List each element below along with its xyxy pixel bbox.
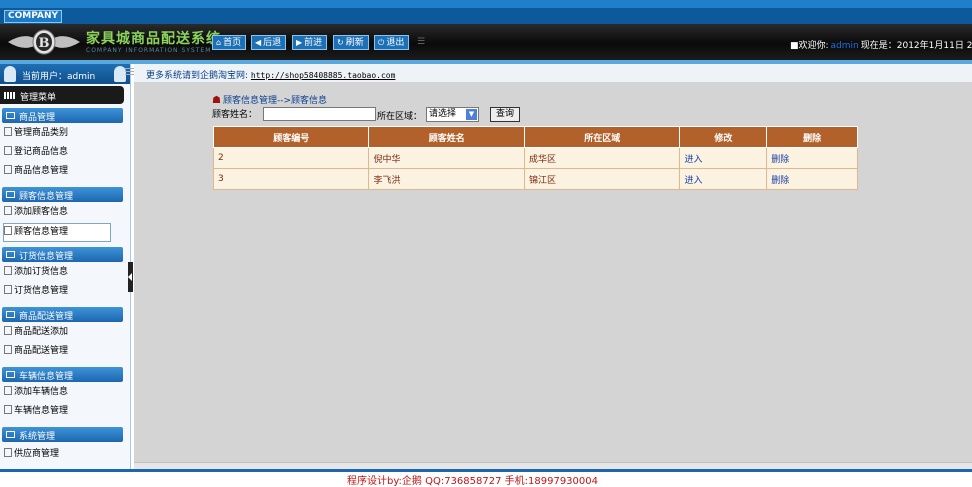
list-icon — [6, 311, 15, 318]
current-user-bar: 当前用户：admin — [0, 64, 130, 84]
query-button[interactable]: 查询 — [490, 107, 520, 122]
menu-group-system[interactable]: 系统管理 — [2, 427, 123, 442]
menu-group-delivery[interactable]: 商品配送管理 — [2, 307, 123, 322]
arrow-left-icon: ◀ — [255, 38, 262, 47]
customer-name-cell: 李飞洪 — [368, 168, 525, 190]
document-icon — [4, 266, 12, 275]
menu-item-add-delivery[interactable]: 商品配送添加 — [4, 324, 110, 341]
customer-region-cell: 成华区 — [523, 147, 681, 169]
bentley-logo-icon: B — [8, 29, 80, 55]
nav-refresh-button[interactable]: ↻ 刷新 — [333, 35, 369, 50]
lines-icon — [125, 68, 134, 77]
list-icon — [6, 191, 15, 198]
footer: 程序设计by:企鹅 QQ:736858727 手机:18997930004 — [0, 472, 972, 487]
customer-name-cell: 倪中华 — [368, 147, 525, 169]
menu-item-supplier-management[interactable]: 供应商管理 — [4, 446, 110, 463]
menu-item-vehicle-management[interactable]: 车辆信息管理 — [4, 403, 110, 420]
edit-link[interactable]: 进入 — [679, 147, 768, 169]
region-select[interactable]: 请选择 ▼ — [426, 107, 479, 122]
nav-exit-button[interactable]: ⏻ 退出 — [374, 35, 410, 50]
menu-item-delivery-management[interactable]: 商品配送管理 — [4, 343, 110, 360]
document-icon — [4, 326, 12, 335]
system-title: 家具城商品配送系统 — [86, 31, 221, 47]
edit-link[interactable]: 进入 — [679, 168, 768, 190]
menu-item-customer-management[interactable]: 顾客信息管理 — [3, 223, 111, 242]
document-icon — [4, 405, 12, 414]
company-label: COMPANY — [4, 10, 62, 23]
document-icon — [4, 226, 12, 235]
column-header: 删除 — [766, 126, 858, 148]
document-icon — [4, 386, 12, 395]
info-text: 更多系统请到企鹅淘宝网: — [146, 71, 249, 81]
menu-item-add-order[interactable]: 添加订货信息 — [4, 264, 110, 281]
menu-group-products[interactable]: 商品管理 — [2, 108, 123, 123]
column-header: 顾客编号 — [212, 126, 370, 148]
document-icon — [4, 285, 12, 294]
list-icon — [6, 112, 15, 119]
delete-link[interactable]: 删除 — [766, 147, 858, 169]
document-icon — [4, 127, 12, 136]
column-header: 顾客姓名 — [368, 126, 525, 148]
list-icon — [6, 371, 15, 378]
breadcrumb: ☗ 顾客信息管理-->顾客信息 — [212, 95, 328, 106]
region-label: 所在区域： — [377, 112, 423, 122]
menu-item-add-customer[interactable]: 添加顾客信息 — [4, 204, 110, 221]
home-icon: ⌂ — [216, 38, 222, 47]
chevron-down-icon: ▼ — [466, 109, 477, 120]
menu-item-manage-categories[interactable]: 管理商品类别 — [4, 125, 110, 142]
table-row: 2 倪中华 成华区 进入 删除 — [212, 147, 858, 169]
document-icon — [4, 345, 12, 354]
menu-item-register-product[interactable]: 登记商品信息 — [4, 144, 110, 161]
footer-credits: 程序设计by:企鹅 QQ:736858727 手机:18997930004 — [347, 476, 598, 487]
info-bar: 更多系统请到企鹅淘宝网: http://shop58408885.taobao.… — [125, 64, 972, 83]
arrow-right-icon: ▶ — [296, 38, 303, 47]
header-top-strip — [0, 0, 972, 8]
svg-text:B: B — [39, 36, 50, 51]
menu-item-order-management[interactable]: 订货信息管理 — [4, 283, 110, 300]
customer-table: 顾客编号 顾客姓名 所在区域 修改 删除 2 倪中华 成华区 进入 删除 3 李… — [212, 126, 858, 190]
table-header-row: 顾客编号 顾客姓名 所在区域 修改 删除 — [212, 126, 858, 148]
menu-title: 管理菜单 — [20, 93, 57, 103]
menu-item-add-vehicle[interactable]: 添加车辆信息 — [4, 384, 110, 401]
customer-region-cell: 锦江区 — [523, 168, 681, 190]
menu-item-product-management[interactable]: 商品信息管理 — [4, 163, 110, 180]
pin-icon — [4, 66, 16, 82]
list-icon — [6, 251, 15, 258]
list-icon — [6, 431, 15, 438]
welcome-username: admin — [830, 41, 859, 51]
table-row: 3 李飞洪 锦江区 进入 删除 — [212, 168, 858, 190]
document-icon — [4, 146, 12, 155]
current-user-label: 当前用户：admin — [22, 72, 96, 82]
document-icon — [4, 206, 12, 215]
system-subtitle: COMPANY INFORMATION SYSTEM — [86, 47, 212, 54]
customer-name-label: 顾客姓名： — [212, 110, 258, 120]
menu-group-customers[interactable]: 顾客信息管理 — [2, 187, 123, 202]
column-header: 修改 — [679, 126, 768, 148]
menu-group-orders[interactable]: 订货信息管理 — [2, 247, 123, 262]
document-icon — [4, 165, 12, 174]
welcome-text: ■欢迎你: admin 现在是：2012年1月11日 2 — [790, 41, 972, 51]
nav-back-button[interactable]: ◀ 后退 — [251, 35, 287, 50]
house-icon: ☗ — [212, 95, 221, 106]
refresh-icon: ↻ — [337, 38, 344, 47]
menu-lines-icon: ☰ — [417, 37, 426, 47]
menu-title-bar: 管理菜单 — [0, 86, 124, 104]
delete-link[interactable]: 删除 — [766, 168, 858, 190]
customer-id-cell: 3 — [212, 168, 370, 190]
current-date: 现在是：2012年1月11日 2 — [860, 41, 972, 51]
nav-home-button[interactable]: ⌂ 首页 — [212, 35, 247, 50]
power-icon: ⏻ — [378, 38, 385, 47]
document-icon — [4, 448, 12, 457]
customer-name-input[interactable] — [263, 107, 376, 121]
menu-group-vehicles[interactable]: 车辆信息管理 — [2, 367, 123, 382]
grid-icon — [4, 92, 16, 99]
nav-forward-button[interactable]: ▶ 前进 — [292, 35, 328, 50]
taobao-link[interactable]: http://shop58408885.taobao.com — [251, 71, 396, 80]
sidebar-collapse-handle[interactable] — [128, 262, 133, 292]
column-header: 所在区域 — [523, 126, 681, 148]
customer-id-cell: 2 — [212, 147, 370, 169]
